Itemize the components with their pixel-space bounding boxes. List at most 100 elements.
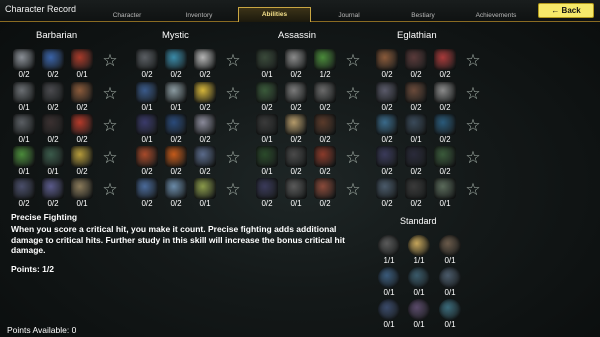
ability-slot[interactable]: 0/2 <box>194 114 218 144</box>
ability-slot[interactable]: 0/2 <box>376 178 400 208</box>
standard-ability-slot[interactable]: 0/1 <box>408 267 432 297</box>
ability-slot[interactable]: 0/2 <box>405 49 429 79</box>
ability-slot[interactable]: 0/1 <box>434 178 458 208</box>
ability-slot[interactable]: 0/2 <box>285 146 309 176</box>
star-icon[interactable]: ☆ <box>344 52 362 70</box>
ability-slot[interactable]: 0/2 <box>285 82 309 112</box>
ability-slot[interactable]: 0/2 <box>165 114 189 144</box>
standard-ability-slot[interactable]: 0/1 <box>439 235 463 265</box>
ability-slot[interactable]: 0/2 <box>405 146 429 176</box>
standard-ability-slot[interactable]: 0/1 <box>378 267 402 297</box>
standard-ability-slot[interactable]: 0/1 <box>408 299 432 329</box>
star-icon[interactable]: ☆ <box>344 85 362 103</box>
ability-slot[interactable]: 0/2 <box>314 178 338 208</box>
ability-icon <box>314 146 336 167</box>
ability-slot[interactable]: 0/2 <box>314 82 338 112</box>
standard-heading: Standard <box>400 216 437 226</box>
ability-slot[interactable]: 0/2 <box>285 49 309 79</box>
star-icon[interactable]: ☆ <box>464 117 482 135</box>
standard-ability-slot[interactable]: 0/1 <box>439 267 463 297</box>
ability-slot[interactable]: 0/2 <box>434 114 458 144</box>
star-icon[interactable]: ☆ <box>344 181 362 199</box>
ability-slot[interactable]: 0/1 <box>42 146 66 176</box>
ability-slot[interactable]: 0/2 <box>434 82 458 112</box>
standard-ability-slot[interactable]: 0/1 <box>439 299 463 329</box>
star-icon[interactable]: ☆ <box>464 85 482 103</box>
ability-icon <box>256 178 278 199</box>
tab-journal[interactable]: Journal <box>318 10 380 22</box>
standard-ability-slot[interactable]: 1/1 <box>408 235 432 265</box>
ability-slot[interactable]: 0/2 <box>314 146 338 176</box>
star-icon[interactable]: ☆ <box>464 149 482 167</box>
ability-slot[interactable]: 0/2 <box>194 146 218 176</box>
ability-slot[interactable]: 0/2 <box>314 114 338 144</box>
ability-slot[interactable]: 0/2 <box>165 178 189 208</box>
ability-slot[interactable]: 0/1 <box>256 146 280 176</box>
star-icon[interactable]: ☆ <box>344 149 362 167</box>
star-icon[interactable]: ☆ <box>101 149 119 167</box>
ability-slot[interactable]: 0/2 <box>136 146 160 176</box>
ability-slot[interactable]: 0/1 <box>13 146 37 176</box>
ability-slot[interactable]: 0/1 <box>165 82 189 112</box>
star-icon[interactable]: ☆ <box>224 149 242 167</box>
ability-slot[interactable]: 0/2 <box>405 82 429 112</box>
ability-slot[interactable]: 0/2 <box>42 114 66 144</box>
ability-slot[interactable]: 0/2 <box>376 49 400 79</box>
tab-achievements[interactable]: Achievements <box>465 10 527 22</box>
ability-slot[interactable]: 0/2 <box>13 49 37 79</box>
ability-slot[interactable]: 0/1 <box>405 114 429 144</box>
ability-slot[interactable]: 0/2 <box>42 178 66 208</box>
ability-count: 0/2 <box>199 70 211 79</box>
ability-slot[interactable]: 0/2 <box>256 178 280 208</box>
ability-slot[interactable]: 0/2 <box>42 82 66 112</box>
star-icon[interactable]: ☆ <box>101 117 119 135</box>
ability-slot[interactable]: 0/2 <box>405 178 429 208</box>
ability-slot[interactable]: 0/1 <box>13 114 37 144</box>
ability-slot[interactable]: 0/2 <box>165 49 189 79</box>
star-icon[interactable]: ☆ <box>224 52 242 70</box>
ability-slot[interactable]: 0/1 <box>256 49 280 79</box>
ability-slot[interactable]: 0/2 <box>256 82 280 112</box>
ability-slot[interactable]: 0/1 <box>136 114 160 144</box>
tab-bestiary[interactable]: Bestiary <box>392 10 454 22</box>
ability-slot[interactable]: 0/1 <box>71 49 95 79</box>
ability-slot[interactable]: 0/1 <box>194 178 218 208</box>
ability-slot[interactable]: 0/2 <box>165 146 189 176</box>
star-icon[interactable]: ☆ <box>224 117 242 135</box>
ability-slot[interactable]: 0/2 <box>285 114 309 144</box>
ability-slot[interactable]: 0/1 <box>136 82 160 112</box>
ability-slot[interactable]: 0/1 <box>256 114 280 144</box>
ability-slot[interactable]: 0/2 <box>136 178 160 208</box>
star-icon[interactable]: ☆ <box>101 181 119 199</box>
tab-inventory[interactable]: Inventory <box>168 10 230 22</box>
ability-slot[interactable]: 0/2 <box>376 82 400 112</box>
ability-slot[interactable]: 1/2 <box>314 49 338 79</box>
star-icon[interactable]: ☆ <box>344 117 362 135</box>
star-icon[interactable]: ☆ <box>101 85 119 103</box>
ability-slot[interactable]: 0/1 <box>285 178 309 208</box>
ability-slot[interactable]: 0/2 <box>194 82 218 112</box>
ability-slot[interactable]: 0/2 <box>376 146 400 176</box>
ability-slot[interactable]: 0/2 <box>376 114 400 144</box>
ability-slot[interactable]: 0/2 <box>42 49 66 79</box>
star-icon[interactable]: ☆ <box>224 85 242 103</box>
ability-slot[interactable]: 0/2 <box>71 82 95 112</box>
ability-slot[interactable]: 0/2 <box>194 49 218 79</box>
ability-slot[interactable]: 0/2 <box>136 49 160 79</box>
ability-slot[interactable]: 0/2 <box>71 146 95 176</box>
ability-slot[interactable]: 0/1 <box>71 178 95 208</box>
star-icon[interactable]: ☆ <box>224 181 242 199</box>
standard-ability-slot[interactable]: 1/1 <box>378 235 402 265</box>
tab-abilities[interactable]: Abilities <box>238 7 311 22</box>
star-icon[interactable]: ☆ <box>464 181 482 199</box>
star-icon[interactable]: ☆ <box>101 52 119 70</box>
ability-slot[interactable]: 0/2 <box>434 146 458 176</box>
ability-slot[interactable]: 0/1 <box>13 82 37 112</box>
back-button[interactable]: ← Back <box>538 3 594 18</box>
tab-character[interactable]: Character <box>96 10 158 22</box>
ability-slot[interactable]: 0/2 <box>434 49 458 79</box>
ability-slot[interactable]: 0/2 <box>13 178 37 208</box>
ability-slot[interactable]: 0/2 <box>71 114 95 144</box>
star-icon[interactable]: ☆ <box>464 52 482 70</box>
standard-ability-slot[interactable]: 0/1 <box>378 299 402 329</box>
